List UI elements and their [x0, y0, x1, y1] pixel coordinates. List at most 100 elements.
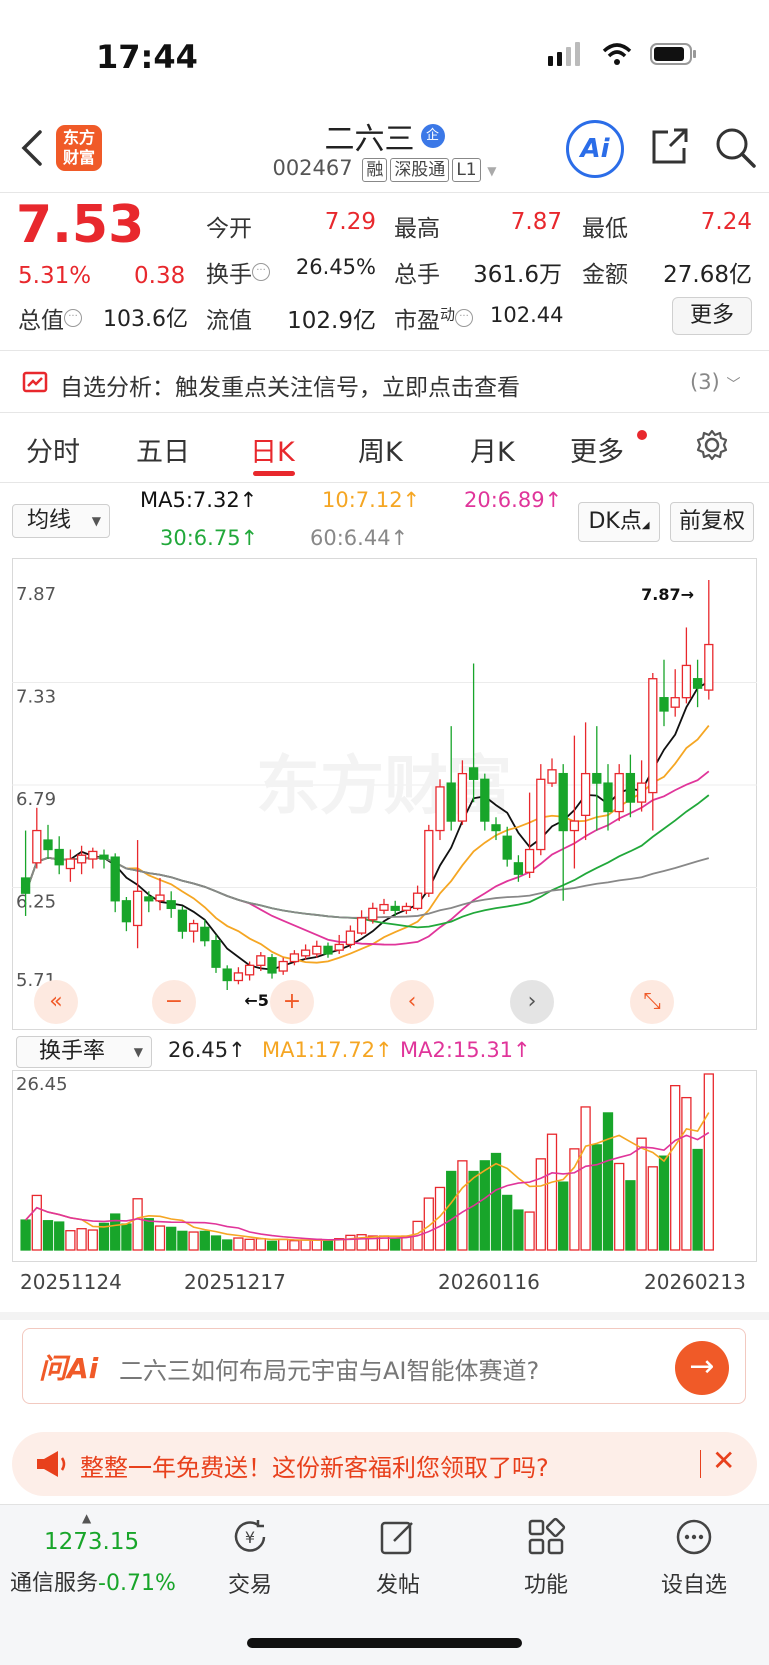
candle-body [424, 829, 434, 894]
ma5-value: MA5:7.32↑ [140, 488, 258, 512]
more-quote-button[interactable]: 更多 [672, 297, 752, 335]
alert-count[interactable]: (3) ﹀ [690, 370, 740, 394]
candle-body [43, 839, 53, 851]
notification-dot [637, 430, 647, 440]
adjust-button[interactable]: 前复权 [670, 502, 754, 542]
close-icon[interactable]: ✕ [712, 1444, 735, 1477]
dk-point-button[interactable]: DK点◢ [578, 502, 660, 542]
candle-body [457, 772, 468, 822]
more-dots-icon [676, 1519, 712, 1555]
fullscreen-button[interactable]: ⤡ [630, 980, 674, 1024]
nav-trade[interactable]: ¥ 交易 [190, 1517, 310, 1599]
ask-ai-input[interactable]: 二六三如何布局元宇宙与AI智能体赛道? [119, 1351, 539, 1386]
candle-body [614, 772, 624, 813]
y-tick-label: 7.87 [16, 584, 56, 605]
index-label[interactable]: 通信服务-0.71% [10, 1565, 176, 1597]
promo-banner[interactable]: 整整一年免费送！这份新客福利您领取了吗? ✕ [12, 1432, 757, 1496]
scroll-start-button[interactable]: « [34, 980, 78, 1024]
candle-body [76, 854, 87, 864]
tab-more[interactable]: 更多 [570, 430, 624, 469]
candle-body [659, 697, 669, 712]
turnover-bar [76, 1228, 87, 1251]
turnover-bar [121, 1223, 132, 1251]
info-icon[interactable]: ··· [455, 309, 474, 328]
change-percent: 5.31% [18, 263, 92, 289]
turnover-bar [143, 1218, 154, 1251]
turnover-bar [692, 1148, 703, 1251]
index-value[interactable]: 1273.15 [44, 1529, 139, 1555]
turnover-selector[interactable]: 换手率 ▼ [16, 1036, 152, 1068]
tab-five-day[interactable]: 五日 [136, 430, 190, 469]
tab-intraday[interactable]: 分时 [26, 430, 80, 469]
nav-functions[interactable]: 功能 [486, 1517, 606, 1599]
turnover-y-max: 26.45 [16, 1074, 68, 1095]
zoom-out-button[interactable]: − [152, 980, 196, 1024]
candle-body [110, 856, 120, 902]
info-icon[interactable]: ··· [252, 263, 270, 282]
trade-icon: ¥ [234, 1520, 266, 1552]
candle-body [491, 824, 501, 832]
tag-level[interactable]: L1 [452, 158, 481, 182]
analysis-alert[interactable]: 自选分析：触发重点关注信号，立即点击查看 (3) ﹀ [0, 360, 769, 412]
turnover-label[interactable]: 换手 ··· [206, 255, 270, 289]
turnover-bar [580, 1106, 591, 1251]
candle-body [323, 945, 333, 955]
compose-icon [380, 1521, 413, 1555]
amount-value: 27.68亿 [663, 262, 752, 288]
ma-selector[interactable]: 均线 ▼ [12, 504, 110, 538]
turnover-bar [87, 1229, 98, 1251]
turnover-bar [65, 1230, 76, 1251]
candle-body [177, 909, 188, 932]
candle-body [670, 697, 680, 708]
candle-body [524, 848, 535, 873]
candle-body [480, 778, 490, 822]
ma30-value: 30:6.75↑ [160, 526, 259, 550]
turnover-bar [524, 1211, 535, 1251]
zoom-in-button[interactable]: + [270, 980, 314, 1024]
candle-body [547, 769, 557, 784]
scroll-right-button[interactable]: › [510, 980, 554, 1024]
candle-body [222, 968, 232, 982]
alert-text[interactable]: 自选分析：触发重点关注信号，立即点击查看 [60, 368, 520, 402]
nav-watchlist[interactable]: 设自选 [634, 1517, 754, 1599]
kline-chart[interactable]: 7.877.336.796.255.71东方财富7.87→←5.71 [12, 558, 757, 1030]
share-icon[interactable] [648, 126, 690, 168]
turnover-bar [490, 1152, 502, 1251]
high-value: 7.87 [510, 209, 562, 235]
date-label-end: 20260213 [644, 1270, 746, 1294]
enterprise-badge: 企 [420, 124, 445, 148]
pe-label[interactable]: 市盈动 ··· [394, 301, 474, 335]
turnover-bar [468, 1170, 479, 1251]
candle-body [54, 848, 64, 866]
candle-body [435, 786, 445, 832]
tab-monthly-k[interactable]: 月K [470, 430, 515, 469]
pe-value: 102.44 [490, 303, 564, 327]
turnover-chart[interactable]: 26.45 [12, 1070, 757, 1262]
arrow-right-icon[interactable]: → [675, 1341, 729, 1395]
info-icon[interactable]: ··· [64, 309, 82, 328]
tab-weekly-k[interactable]: 周K [358, 430, 403, 469]
low-label: 最低 [582, 216, 628, 242]
divider [0, 350, 769, 351]
divider [700, 1450, 701, 1478]
candle-body [625, 772, 636, 803]
tab-daily-k[interactable]: 日K [250, 430, 295, 469]
chevron-down-icon[interactable]: ▼ [487, 164, 496, 178]
candle-body [289, 953, 300, 963]
scroll-left-button[interactable]: ‹ [390, 980, 434, 1024]
high-marker: 7.87→ [641, 585, 694, 604]
promo-text[interactable]: 整整一年免费送！这份新客福利您领取了吗? [80, 1448, 549, 1483]
nav-post[interactable]: 发帖 [338, 1517, 458, 1599]
gear-icon[interactable] [695, 428, 729, 462]
ask-ai-bar[interactable]: 问Ai 二六三如何布局元宇宙与AI智能体赛道? → [22, 1328, 746, 1404]
candle-body [536, 778, 546, 851]
candle-body [580, 772, 591, 817]
search-icon[interactable] [714, 126, 756, 168]
turnover-bar [535, 1158, 546, 1251]
candle-body [188, 922, 199, 932]
ai-button[interactable]: Ai [566, 120, 624, 178]
mktcap-label[interactable]: 总值 ··· [18, 301, 82, 335]
candle-body [704, 643, 714, 691]
turnover-rate-value: 26.45↑ [168, 1038, 246, 1062]
candle-body [681, 664, 692, 699]
